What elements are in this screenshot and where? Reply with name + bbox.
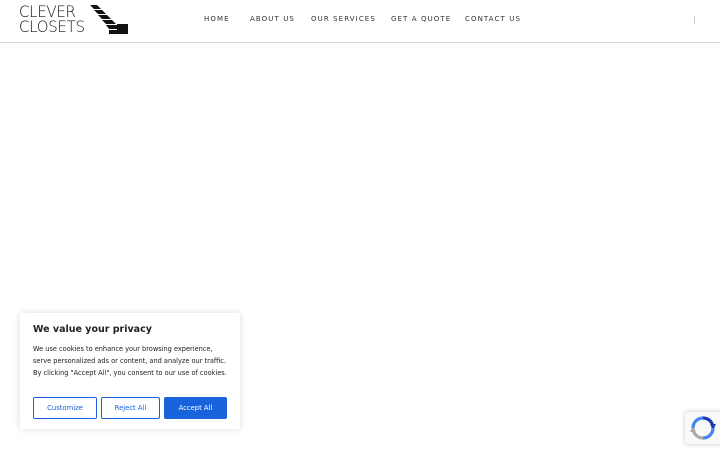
accept-all-button[interactable]: Accept All bbox=[164, 397, 227, 419]
reject-all-button[interactable]: Reject All bbox=[101, 397, 160, 419]
header-divider bbox=[694, 16, 695, 24]
nav-our-services[interactable]: OUR SERVICES bbox=[311, 15, 376, 23]
clever-closets-logo[interactable]: CLEVER CLOSETS bbox=[19, 4, 131, 36]
stairs-logo-icon bbox=[90, 5, 128, 34]
logo-text-line2: CLOSETS bbox=[19, 17, 85, 37]
site-header: CLEVER CLOSETS HOME ABOUT US OUR SERVICE… bbox=[0, 0, 720, 43]
nav-get-a-quote[interactable]: GET A QUOTE bbox=[391, 15, 451, 23]
nav-about-us[interactable]: ABOUT US bbox=[250, 15, 295, 23]
cookie-banner-text: We use cookies to enhance your browsing … bbox=[33, 345, 227, 377]
cookie-consent-banner: We value your privacy We use cookies to … bbox=[20, 313, 240, 429]
recaptcha-badge[interactable] bbox=[685, 412, 720, 444]
customize-button[interactable]: Customize bbox=[33, 397, 97, 419]
recaptcha-icon bbox=[690, 416, 716, 440]
nav-home[interactable]: HOME bbox=[204, 15, 230, 23]
nav-contact-us[interactable]: CONTACT US bbox=[465, 15, 521, 23]
cookie-banner-title: We value your privacy bbox=[33, 324, 152, 335]
